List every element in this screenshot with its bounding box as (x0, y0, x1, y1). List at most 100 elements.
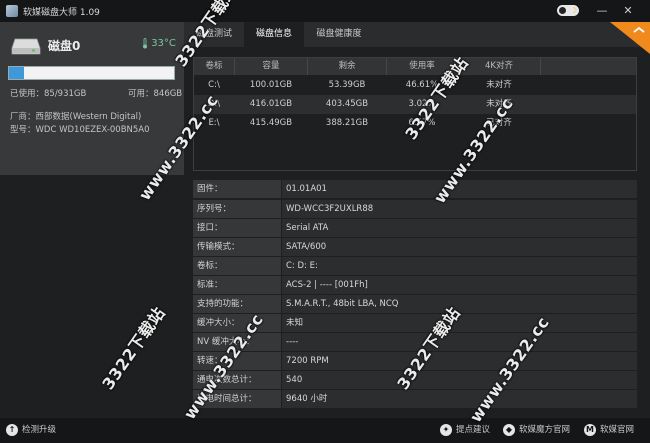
info-row-firmware: 固件： 01.01A01 (193, 180, 637, 198)
header-4k-aligned: 4K对齐 (485, 61, 513, 71)
ruanmei-site-link[interactable]: M 软媒官网 (584, 418, 634, 443)
info-value: ---- (282, 333, 637, 351)
info-label: 通电时间总计： (193, 390, 281, 408)
info-label: 序列号： (193, 200, 281, 218)
info-value: SATA/600 (282, 238, 637, 256)
tab-disk-health[interactable]: 磁盘健康度 (304, 22, 374, 47)
table-row[interactable]: D:\ 416.01GB 403.45GB 3.02% 未对齐 (194, 95, 636, 114)
app-logo-icon (6, 5, 18, 17)
info-label: 卷标： (193, 257, 281, 275)
info-row-nv-buffer: NV 缓冲大小： ---- (193, 333, 637, 351)
info-value: 9640 小时 (282, 390, 637, 408)
model-info: 型号：WDC WD10EZEX-00BN5A0 (10, 125, 150, 135)
cell-capacity: 416.01GB (249, 99, 293, 109)
info-label: 缓冲大小： (193, 314, 281, 332)
info-row-power-count: 通电次数总计： 540 (193, 371, 637, 389)
corner-ribbon-icon[interactable] (610, 22, 650, 54)
info-row-features: 支持的功能： S.M.A.R.T., 48bit LBA, NCQ (193, 295, 637, 313)
info-row-volumes: 卷标： C: D: E: (193, 257, 637, 275)
info-label: 通电次数总计： (193, 371, 281, 389)
moon-icon: ☽ (569, 6, 577, 15)
info-row-power-hours: 通电时间总计： 9640 小时 (193, 390, 637, 408)
toggle-knob (559, 7, 566, 14)
tab-disk-test[interactable]: 磁盘测试 (184, 22, 244, 47)
lightbulb-icon: ✦ (440, 423, 452, 436)
partition-table: 卷标 容量 剩余 使用率 4K对齐 C:\ 100.01GB 53.39GB 4… (193, 57, 637, 171)
left-panel-empty-area (0, 175, 184, 418)
info-value: WD-WCC3F2UXLR88 (282, 200, 637, 218)
cell-4k-aligned: 已对齐 (486, 118, 512, 128)
tab-disk-info[interactable]: 磁盘信息 (244, 22, 304, 47)
table-row[interactable]: E:\ 415.49GB 388.21GB 6.57% 已对齐 (194, 114, 636, 133)
suggest-label: 提点建议 (456, 425, 491, 435)
info-value: 未知 (282, 314, 637, 332)
info-value: C: D: E: (282, 257, 637, 275)
used-space: 已使用：85/931GB (10, 89, 87, 99)
info-label: 标准： (193, 276, 281, 294)
title-bar: 软媒磁盘大师 1.09 ☽ — ✕ (0, 0, 650, 22)
check-update-link[interactable]: ↑ 检测升级 (6, 418, 56, 443)
info-value: 01.01A01 (282, 180, 637, 198)
info-label: 固件： (193, 180, 281, 198)
cell-free: 403.45GB (325, 99, 369, 109)
info-row-serial: 序列号： WD-WCC3F2UXLR88 (193, 200, 637, 218)
temperature-readout: 33°C (142, 38, 176, 50)
vendor-info: 厂商：西部数据(Western Digital) (10, 112, 142, 122)
info-row-interface: 接口： Serial ATA (193, 219, 637, 237)
tab-bar: 磁盘测试 磁盘信息 磁盘健康度 (184, 22, 650, 47)
cube-site-link[interactable]: ◆ 软媒魔方官网 (503, 418, 570, 443)
free-space: 可用：846GB (128, 89, 183, 99)
info-row-transfer-mode: 传输模式： SATA/600 (193, 238, 637, 256)
info-row-standard: 标准： ACS-2 | ---- [001Fh] (193, 276, 637, 294)
cube-site-label: 软媒魔方官网 (519, 425, 571, 435)
partition-table-header: 卷标 容量 剩余 使用率 4K对齐 (194, 58, 636, 75)
table-row[interactable]: C:\ 100.01GB 53.39GB 46.61% 未对齐 (194, 76, 636, 95)
theme-toggle[interactable]: ☽ (557, 5, 579, 16)
info-value: S.M.A.R.T., 48bit LBA, NCQ (282, 295, 637, 313)
header-volume: 卷标 (205, 61, 223, 71)
close-button[interactable]: ✕ (619, 2, 637, 20)
cell-usage: 3.02% (408, 99, 436, 109)
temperature-value: 33°C (151, 38, 176, 49)
disk-name: 磁盘0 (48, 39, 81, 53)
cell-capacity: 415.49GB (249, 118, 293, 128)
info-label: 转速： (193, 352, 281, 370)
minimize-button[interactable]: — (593, 2, 611, 20)
header-free: 剩余 (338, 61, 356, 71)
info-label: 接口： (193, 219, 281, 237)
cell-free: 388.21GB (325, 118, 369, 128)
info-label: NV 缓冲大小： (193, 333, 281, 351)
thermometer-icon (143, 38, 147, 49)
header-divider (540, 58, 541, 75)
window-title: 软媒磁盘大师 1.09 (23, 7, 100, 18)
cell-4k-aligned: 未对齐 (486, 80, 512, 90)
info-row-buffer: 缓冲大小： 未知 (193, 314, 637, 332)
ruanmei-logo-icon: M (584, 423, 596, 436)
usage-bar (8, 66, 175, 80)
cell-usage: 6.57% (408, 118, 436, 128)
check-update-label: 检测升级 (22, 425, 57, 435)
usage-bar-fill (9, 67, 25, 79)
info-label: 传输模式： (193, 238, 281, 256)
cell-volume: C:\ (208, 80, 220, 90)
cell-usage: 46.61% (405, 80, 439, 90)
suggest-link[interactable]: ✦ 提点建议 (440, 418, 490, 443)
footer-bar: ↑ 检测升级 ✦ 提点建议 ◆ 软媒魔方官网 M 软媒官网 (0, 418, 650, 443)
cell-volume: E:\ (208, 118, 220, 128)
cell-capacity: 100.01GB (249, 80, 293, 90)
info-value: ACS-2 | ---- [001Fh] (282, 276, 637, 294)
header-capacity: 容量 (262, 61, 280, 71)
cube-logo-icon: ◆ (503, 423, 515, 436)
info-value: Serial ATA (282, 219, 637, 237)
info-row-rpm: 转速： 7200 RPM (193, 352, 637, 370)
cell-volume: D:\ (207, 99, 221, 109)
info-value: 540 (282, 371, 637, 389)
info-label: 支持的功能： (193, 295, 281, 313)
hard-disk-icon (11, 38, 41, 55)
header-usage: 使用率 (409, 61, 435, 71)
cell-free: 53.39GB (328, 80, 366, 90)
upload-arrow-icon: ↑ (6, 423, 18, 436)
disk-summary-panel[interactable]: 磁盘0 33°C 已使用：85/931GB 可用：846GB 厂商：西部数据(W… (0, 22, 184, 175)
info-value: 7200 RPM (282, 352, 637, 370)
ruanmei-site-label: 软媒官网 (600, 425, 635, 435)
